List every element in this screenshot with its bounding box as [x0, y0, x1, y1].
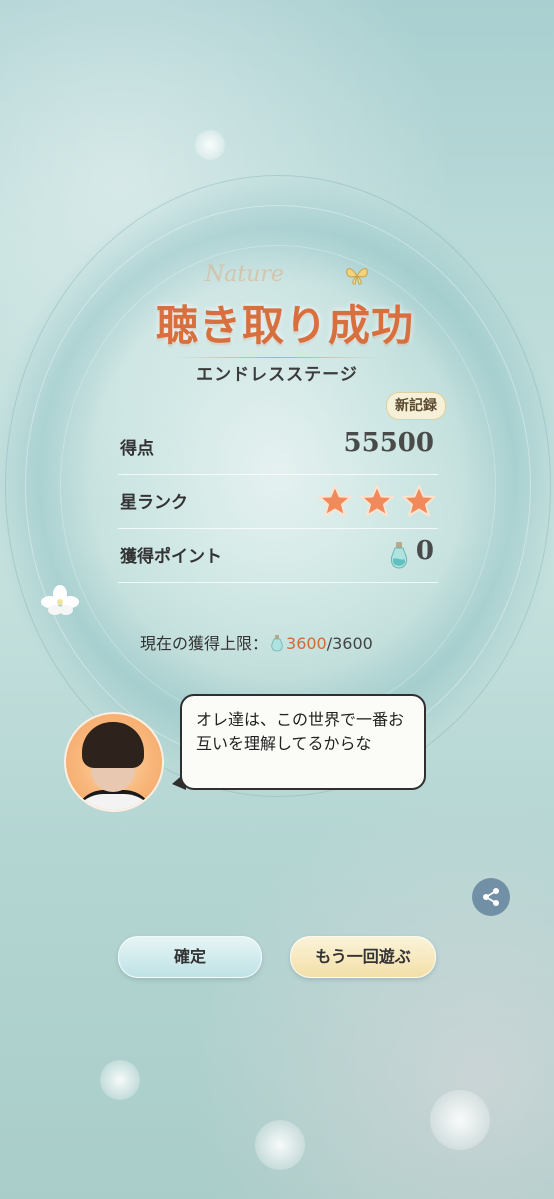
points-value: 0	[415, 536, 434, 566]
star-icon	[402, 485, 436, 517]
bottle-icon	[390, 542, 408, 569]
title-script-text: Nature	[205, 262, 284, 287]
points-label: 獲得ポイント	[120, 547, 222, 567]
score-label: 得点	[120, 439, 154, 459]
speech-bubble: オレ達は、この世界で一番お互いを理解してるからな	[180, 694, 426, 790]
avatar-hair	[82, 722, 144, 768]
score-row: 得点 55500	[118, 420, 438, 475]
star-icon	[318, 485, 352, 517]
bg-sparkle	[255, 1120, 305, 1170]
stage-subtitle: エンドレスステージ	[196, 365, 358, 385]
new-record-badge: 新記録	[386, 392, 446, 420]
limit-current: 3600	[286, 634, 327, 653]
butterfly-icon	[346, 268, 368, 285]
bg-sparkle	[430, 1090, 490, 1150]
score-value: 55500	[343, 428, 434, 458]
character-avatar	[64, 712, 164, 812]
rank-row: 星ランク	[118, 474, 438, 529]
acquisition-limit: 現在の獲得上限： 3600/3600	[140, 630, 440, 654]
share-icon	[483, 888, 499, 906]
bg-sparkle	[195, 130, 225, 160]
subtitle-divider	[172, 357, 382, 358]
star-icon	[360, 485, 394, 517]
bottle-icon	[271, 635, 283, 652]
result-title: 聴き取り成功	[155, 301, 414, 350]
flower-decoration-icon	[41, 585, 79, 615]
rank-label: 星ランク	[120, 493, 188, 513]
share-button[interactable]	[472, 878, 510, 916]
avatar-shirt	[74, 790, 154, 810]
bg-sparkle	[100, 1060, 140, 1100]
rank-stars	[318, 484, 436, 518]
limit-max: 3600	[332, 634, 373, 653]
points-row: 獲得ポイント 0	[118, 528, 438, 583]
confirm-button[interactable]: 確定	[118, 936, 262, 978]
play-again-button[interactable]: もう一回遊ぶ	[290, 936, 436, 978]
limit-label: 現在の獲得上限：	[140, 634, 269, 653]
